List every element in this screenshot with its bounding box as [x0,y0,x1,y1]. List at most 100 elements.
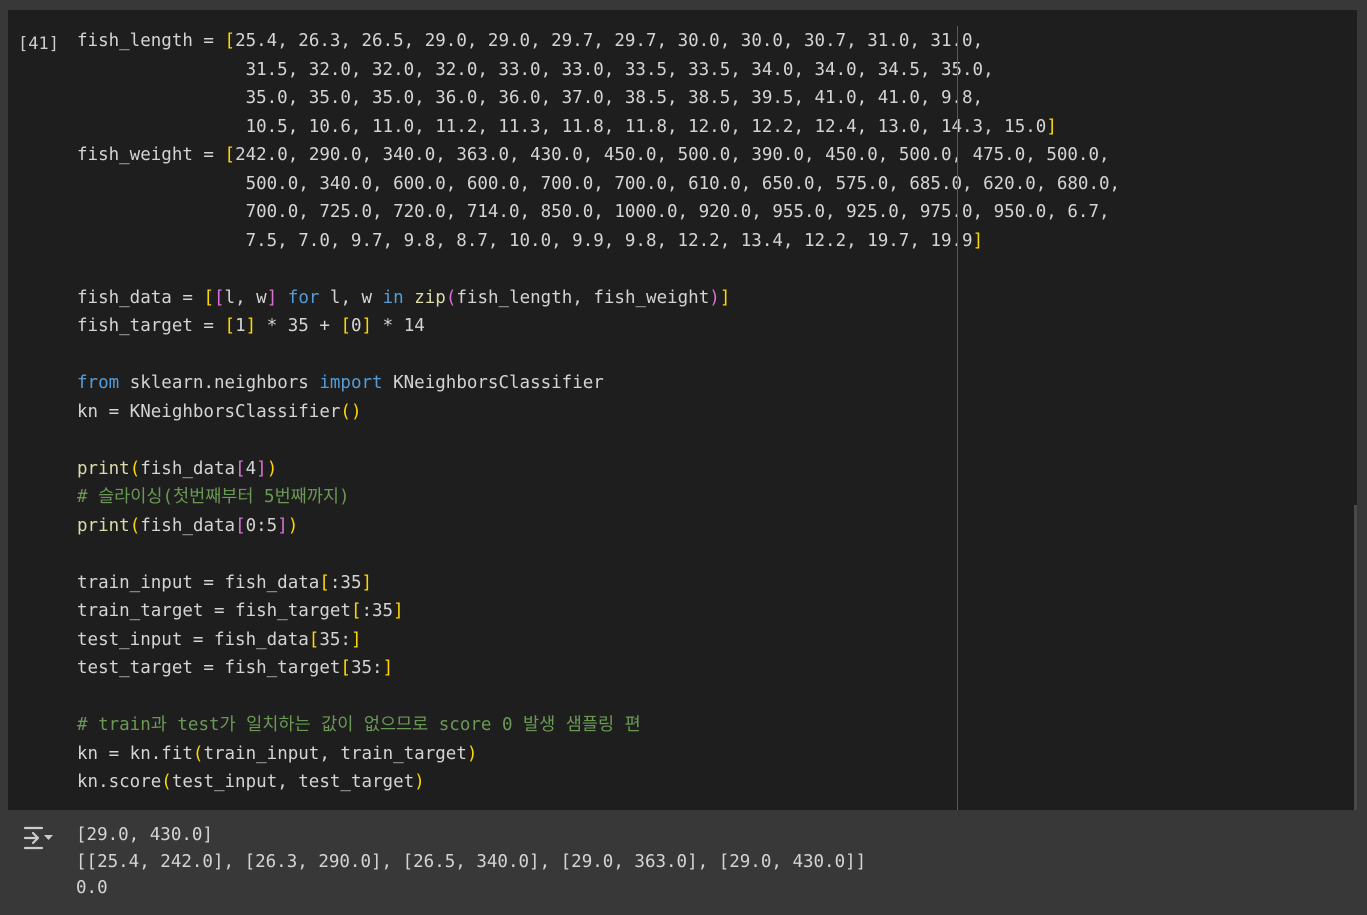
code-token: train_target = fish_target [77,601,351,621]
code-line[interactable]: print(fish_data[4]) [77,455,1357,484]
code-token: test_target = fish_target [77,658,341,678]
code-token: [ [224,145,236,165]
code-token: sklearn.neighbors [119,373,320,393]
code-token: ( [129,458,141,479]
code-line[interactable]: ​ [77,255,1357,284]
code-line[interactable]: test_target = fish_target[35:] [77,654,1357,683]
code-line[interactable]: 7.5, 7.0, 9.7, 9.8, 8.7, 10.0, 9.9, 9.8,… [77,227,1357,256]
code-line[interactable]: kn = KNeighborsClassifier() [77,398,1357,427]
code-token: print [77,515,130,536]
code-line[interactable]: # 슬라이싱(첫번째부터 5번째까지) [77,483,1357,512]
code-line[interactable]: fish_weight = [242.0, 290.0, 340.0, 363.… [77,141,1357,170]
code-token: [ [213,287,225,308]
code-token: ( [192,743,204,764]
code-line[interactable]: fish_data = [[l, w] for l, w in zip(fish… [77,284,1357,313]
code-token: [ [235,515,246,536]
code-line[interactable]: # train과 test가 일치하는 값이 없으므로 score 0 발생 샘… [77,711,1357,740]
code-token: 242.0, 290.0, 340.0, 363.0, 430.0, 450.0… [235,145,1110,165]
code-line[interactable]: 700.0, 725.0, 720.0, 714.0, 850.0, 1000.… [77,198,1357,227]
code-token: fish_target = [77,316,225,336]
code-token: print [77,458,130,479]
code-token: 0:5 [245,515,278,536]
code-token: 35: [319,629,351,650]
code-editor[interactable]: fish_length = [25.4, 26.3, 26.5, 29.0, 2… [77,27,1357,797]
code-token: [ [224,316,236,336]
code-token: ] [256,458,267,479]
code-line[interactable]: ​ [77,683,1357,712]
code-token: 7.5, 7.0, 9.7, 9.8, 8.7, 10.0, 9.9, 9.8,… [77,230,973,251]
code-token: ] [1046,116,1057,137]
code-token: 700.0, 725.0, 720.0, 714.0, 850.0, 1000.… [77,202,1110,222]
code-token: 1 [235,316,246,336]
code-token: () [340,401,362,422]
output-toggle-icon[interactable] [22,824,56,852]
output-line: [[25.4, 242.0], [26.3, 290.0], [26.5, 34… [76,851,867,872]
code-token: ] [361,572,373,593]
code-line[interactable]: fish_length = [25.4, 26.3, 26.5, 29.0, 2… [77,27,1357,56]
code-line[interactable]: kn = kn.fit(train_input, train_target) [77,740,1357,769]
code-token: ] [350,629,362,650]
code-line[interactable]: 31.5, 32.0, 32.0, 32.0, 33.0, 33.0, 33.5… [77,56,1357,85]
code-token: kn = kn.fit [77,743,193,764]
code-token: ] [245,316,257,336]
code-token: ( [161,772,172,792]
code-token: fish_data = [77,287,204,308]
code-cell[interactable]: [41] fish_length = [25.4, 26.3, 26.5, 29… [8,10,1357,810]
code-token: [ [319,572,330,593]
code-token: ] [382,658,394,678]
code-token: ) [266,458,278,479]
code-token: :35 [361,601,394,621]
code-line[interactable]: 10.5, 10.6, 11.0, 11.2, 11.3, 11.8, 11.8… [77,113,1357,142]
code-token: fish_weight = [77,145,225,165]
code-token: for [287,287,320,308]
code-token: import [319,373,383,393]
line-length-ruler [957,26,958,810]
code-token: [ [340,316,351,336]
code-token: 4 [245,458,257,479]
code-line[interactable]: from sklearn.neighbors import KNeighbors… [77,369,1357,398]
output-line: [29.0, 430.0] [76,825,213,845]
code-token: # 슬라이싱(첫번째부터 5번째까지) [77,487,350,507]
code-token: kn = KNeighborsClassifier [77,401,341,422]
code-token: ) [709,287,720,308]
code-token: [ [203,287,214,308]
code-line[interactable]: 35.0, 35.0, 35.0, 36.0, 36.0, 37.0, 38.5… [77,84,1357,113]
code-line[interactable]: ​ [77,426,1357,455]
code-line[interactable]: ​ [77,341,1357,370]
code-line[interactable]: kn.score(test_input, test_target) [77,768,1357,797]
code-line[interactable]: print(fish_data[0:5]) [77,512,1357,541]
code-token: * 35 + [256,316,341,336]
code-token: [ [308,629,320,650]
code-line[interactable]: 500.0, 340.0, 600.0, 600.0, 700.0, 700.0… [77,170,1357,199]
code-token: fish_data [140,458,236,479]
code-token: ) [287,515,299,536]
code-token: train_input = fish_data [77,572,320,593]
code-token: in [382,287,404,308]
code-token: fish_length = [77,31,225,51]
code-token: [ [235,458,246,479]
code-token: [ [224,31,236,51]
vertical-scrollbar[interactable] [1354,505,1357,810]
cell-output: [29.0, 430.0] [[25.4, 242.0], [26.3, 290.… [0,810,1367,915]
code-token: fish_length, fish_weight [456,287,710,308]
code-token: test_input, test_target [171,772,415,792]
code-token: 25.4, 26.3, 26.5, 29.0, 29.0, 29.7, 29.7… [235,31,984,51]
code-line[interactable]: fish_target = [1] * 35 + [0] * 14 [77,312,1357,341]
code-line[interactable]: train_input = fish_data[:35] [77,569,1357,598]
code-line[interactable]: train_target = fish_target[:35] [77,597,1357,626]
code-token: l, w [319,287,383,308]
code-token: ] [972,230,984,251]
code-token: ] [266,287,278,308]
code-line[interactable]: test_input = fish_data[35:] [77,626,1357,655]
execution-count: [41] [18,34,59,54]
code-token: l, w [224,287,267,308]
code-token: zip [414,287,446,308]
code-token: 35: [350,658,383,678]
code-token: test_input = fish_data [77,629,309,650]
code-line[interactable]: ​ [77,540,1357,569]
code-token: [ [340,658,351,678]
code-token: :35 [329,572,362,593]
code-token: # train과 test가 일치하는 값이 없으므로 score 0 발생 샘… [77,715,641,735]
code-token: 31.5, 32.0, 32.0, 32.0, 33.0, 33.0, 33.5… [77,59,994,80]
